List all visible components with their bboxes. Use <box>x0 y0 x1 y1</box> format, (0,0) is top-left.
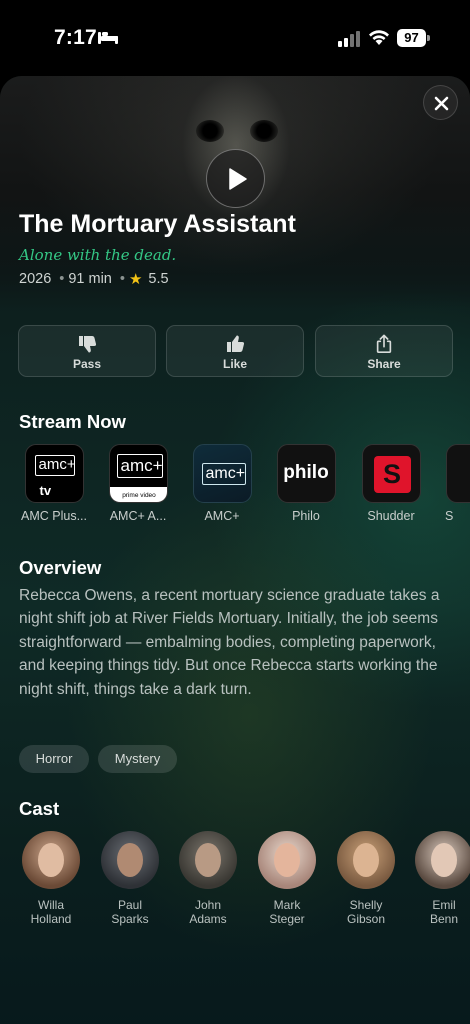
backdrop-eye-right <box>250 120 278 142</box>
apple-tv-logo: tv <box>39 483 52 498</box>
stream-now-heading: Stream Now <box>19 411 126 432</box>
play-icon <box>229 168 247 190</box>
close-icon <box>434 96 449 111</box>
battery-nub <box>427 35 430 41</box>
provider-amc-plus[interactable]: amc+ AMC+ <box>187 444 257 523</box>
cast-member-partial[interactable]: Emil Benn <box>409 831 470 926</box>
cast-photo <box>179 831 237 889</box>
provider-shudder[interactable]: S Shudder <box>356 444 426 523</box>
philo-logo: philo <box>276 444 336 503</box>
cast-member-willa-holland[interactable]: Willa Holland <box>16 831 86 926</box>
cast-member-mark-steger[interactable]: Mark Steger <box>252 831 322 926</box>
provider-label: Philo <box>292 509 320 523</box>
screen: 7:17 97 The Mortuary Assistant Alone wit… <box>0 0 470 1024</box>
cast-name: Willa Holland <box>30 898 72 926</box>
movie-runtime: 91 min <box>68 271 112 287</box>
cast-member-john-adams[interactable]: John Adams <box>173 831 243 926</box>
cast-face <box>274 843 300 877</box>
amc-plus-logo-text: amc+ <box>34 455 76 476</box>
movie-rating: 5.5 <box>148 271 169 287</box>
genre-chip-horror[interactable]: Horror <box>19 745 89 773</box>
movie-meta: 2026 • 91 min • ★ 5.5 <box>19 270 169 288</box>
partial-provider-logo <box>446 444 470 503</box>
action-buttons: Pass Like Share <box>18 325 453 377</box>
cast-photo <box>415 831 470 889</box>
thumbs-down-icon <box>79 336 97 353</box>
cast-photo <box>337 831 395 889</box>
cast-face <box>195 843 221 877</box>
provider-amc-plus-amazon[interactable]: amc+ prime video AMC+ A... <box>103 444 173 523</box>
share-button[interactable]: Share <box>315 325 453 377</box>
amc-plus-apple-tv-logo: amc+ tv <box>24 444 84 503</box>
status-bar: 7:17 97 <box>0 0 470 72</box>
like-label: Like <box>222 357 247 371</box>
status-time: 7:17 <box>54 26 97 49</box>
meta-separator: • <box>59 271 65 287</box>
philo-logo-text: philo <box>283 462 329 483</box>
provider-label: AMC Plus... <box>21 509 87 523</box>
movie-tagline: Alone with the dead. <box>19 246 177 264</box>
cast-face <box>353 843 379 877</box>
pass-label: Pass <box>72 357 102 371</box>
movie-year: 2026 <box>19 271 52 287</box>
shudder-logo: S <box>361 444 421 503</box>
share-label: Share <box>367 357 401 371</box>
star-icon: ★ <box>128 271 143 288</box>
overview-text: Rebecca Owens, a recent mortuary science… <box>19 587 440 698</box>
battery-indicator: 97 <box>397 29 430 47</box>
cast-name: Emil Benn <box>429 898 459 926</box>
movie-title: The Mortuary Assistant <box>19 210 296 238</box>
like-button[interactable]: Like <box>166 325 304 377</box>
provider-label: AMC+ <box>204 509 240 523</box>
cast-photo <box>101 831 159 889</box>
amc-plus-amazon-logo: amc+ prime video <box>108 444 168 503</box>
cast-face <box>431 843 457 877</box>
close-button[interactable] <box>423 85 458 120</box>
provider-partial[interactable]: S <box>440 444 470 523</box>
genre-chip-mystery[interactable]: Mystery <box>98 745 177 773</box>
sleep-focus-icon <box>98 32 118 44</box>
movie-detail-sheet: The Mortuary Assistant Alone with the de… <box>0 76 470 1024</box>
provider-label: AMC+ A... <box>109 509 167 523</box>
shudder-logo-mark: S <box>373 456 411 493</box>
cast-photo <box>258 831 316 889</box>
wifi-icon <box>369 30 389 45</box>
play-trailer-button[interactable] <box>206 149 265 208</box>
provider-label: S <box>445 509 454 523</box>
cast-name: Paul Sparks <box>111 898 149 926</box>
amc-plus-logo-text: amc+ <box>116 454 163 478</box>
cast-name: Shelly Gibson <box>346 898 386 926</box>
cast-member-paul-sparks[interactable]: Paul Sparks <box>95 831 165 926</box>
amc-plus-logo-text: amc+ <box>201 463 246 485</box>
provider-label: Shudder <box>367 509 415 523</box>
pass-button[interactable]: Pass <box>18 325 156 377</box>
prime-video-channels-badge: prime video <box>109 487 167 502</box>
cast-heading: Cast <box>19 798 60 819</box>
cast-face <box>38 843 64 877</box>
battery-level: 97 <box>397 29 426 47</box>
cast-face <box>117 843 143 877</box>
backdrop-eye-left <box>196 120 224 142</box>
provider-amc-plus-apple-tv[interactable]: amc+ tv AMC Plus... <box>19 444 89 523</box>
meta-separator: • <box>119 271 125 287</box>
cellular-signal-icon <box>338 31 360 47</box>
provider-philo[interactable]: philo Philo <box>271 444 341 523</box>
amc-plus-logo: amc+ <box>192 444 252 503</box>
thumbs-up-icon <box>227 335 245 352</box>
share-icon <box>376 334 392 353</box>
overview-heading: Overview <box>19 557 102 578</box>
cast-photo <box>22 831 80 889</box>
cast-name: John Adams <box>189 898 227 926</box>
cast-name: Mark Steger <box>269 898 305 926</box>
cast-member-shelly-gibson[interactable]: Shelly Gibson <box>331 831 401 926</box>
